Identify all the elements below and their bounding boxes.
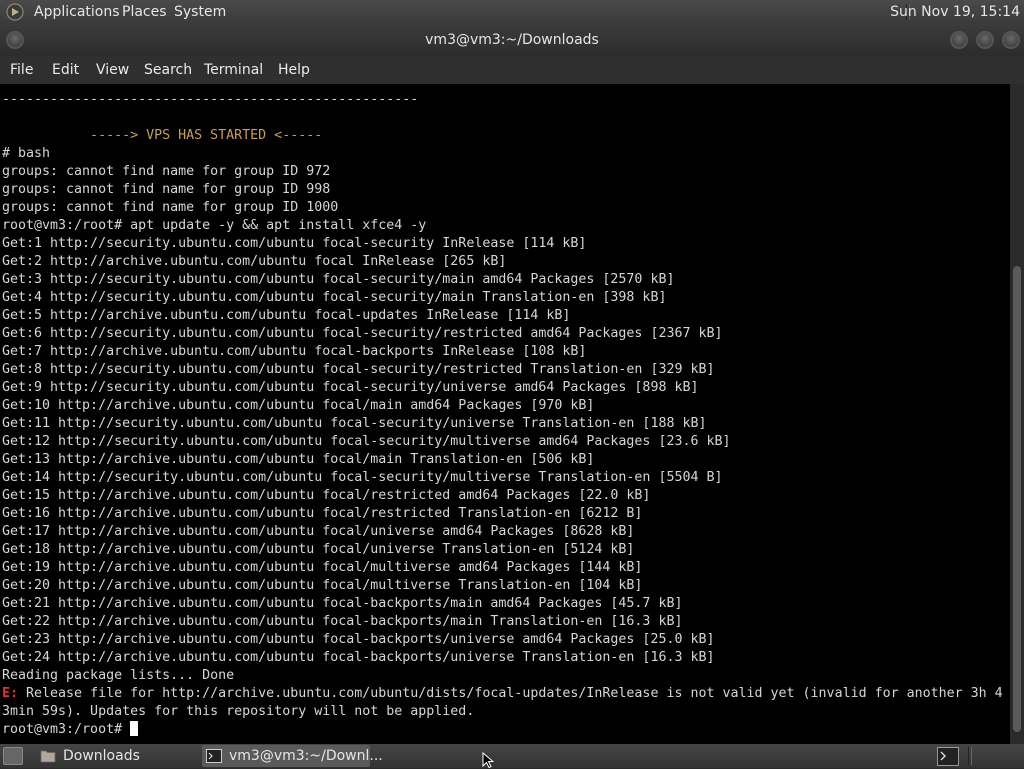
- terminal-line: Get:9 http://security.ubuntu.com/ubuntu …: [2, 380, 699, 395]
- error-message: Release file for http://archive.ubuntu.c…: [18, 686, 1003, 701]
- terminal-line: Get:18 http://archive.ubuntu.com/ubuntu …: [2, 542, 635, 557]
- error-prefix: E:: [2, 686, 19, 701]
- task-label: vm3@vm3:~/Downl...: [229, 748, 383, 764]
- terminal-output: ----------------------------------------…: [2, 91, 1003, 739]
- applications-icon[interactable]: [6, 3, 24, 21]
- text-cursor: [130, 721, 139, 736]
- terminal-scrollbar[interactable]: [1010, 84, 1024, 744]
- terminal-line: Get:17 http://archive.ubuntu.com/ubuntu …: [2, 524, 635, 539]
- terminal-line: Get:13 http://archive.ubuntu.com/ubuntu …: [2, 452, 595, 467]
- menubar: File Edit View Search Terminal Help: [0, 56, 1024, 85]
- terminal-line: groups: cannot find name for group ID 97…: [2, 164, 331, 179]
- terminal-line: Get:10 http://archive.ubuntu.com/ubuntu …: [2, 398, 595, 413]
- terminal-line: Get:14 http://security.ubuntu.com/ubuntu…: [2, 470, 723, 485]
- error-message-continued: 3min 59s). Updates for this repository w…: [2, 704, 475, 719]
- terminal-line: Get:22 http://archive.ubuntu.com/ubuntu …: [2, 614, 683, 629]
- shell-prompt: root@vm3:/root#: [2, 722, 131, 737]
- maximize-button[interactable]: [976, 31, 994, 49]
- terminal-line: Get:2 http://archive.ubuntu.com/ubuntu f…: [2, 254, 507, 269]
- terminal-line: Reading package lists... Done: [2, 668, 235, 683]
- terminal-line: root@vm3:/root# apt update -y && apt ins…: [2, 218, 427, 233]
- menu-help[interactable]: Help: [278, 56, 310, 84]
- terminal-line: Get:16 http://archive.ubuntu.com/ubuntu …: [2, 506, 643, 521]
- panel-separator: [968, 747, 972, 765]
- scrollbar-thumb[interactable]: [1013, 266, 1021, 732]
- terminal-line: Get:19 http://archive.ubuntu.com/ubuntu …: [2, 560, 643, 575]
- terminal-line: Get:1 http://security.ubuntu.com/ubuntu …: [2, 236, 587, 251]
- terminal-line: Get:15 http://archive.ubuntu.com/ubuntu …: [2, 488, 651, 503]
- menu-file[interactable]: File: [10, 56, 33, 84]
- terminal-line: Get:23 http://archive.ubuntu.com/ubuntu …: [2, 632, 715, 647]
- menu-applications[interactable]: Applications: [34, 0, 120, 24]
- terminal-line: # bash: [2, 146, 51, 161]
- terminal-launcher-icon[interactable]: [937, 747, 959, 766]
- task-downloads[interactable]: Downloads: [36, 745, 196, 767]
- window-title: vm3@vm3:~/Downloads: [425, 32, 599, 48]
- menu-search[interactable]: Search: [144, 56, 192, 84]
- terminal-line: ----------------------------------------…: [2, 92, 419, 107]
- terminal-line: Get:7 http://archive.ubuntu.com/ubuntu f…: [2, 344, 587, 359]
- terminal-line: Get:5 http://archive.ubuntu.com/ubuntu f…: [2, 308, 571, 323]
- menu-places[interactable]: Places: [122, 0, 167, 24]
- show-desktop-icon[interactable]: [3, 747, 23, 765]
- task-terminal[interactable]: vm3@vm3:~/Downl...: [202, 745, 383, 767]
- menu-system[interactable]: System: [174, 0, 226, 24]
- terminal-line: groups: cannot find name for group ID 10…: [2, 200, 339, 215]
- terminal-line: Get:3 http://security.ubuntu.com/ubuntu …: [2, 272, 675, 287]
- terminal-line: Get:12 http://security.ubuntu.com/ubuntu…: [2, 434, 731, 449]
- menu-view[interactable]: View: [96, 56, 129, 84]
- terminal-line: Get:4 http://security.ubuntu.com/ubuntu …: [2, 290, 667, 305]
- menu-edit[interactable]: Edit: [52, 56, 79, 84]
- menu-terminal[interactable]: Terminal: [204, 56, 263, 84]
- terminal-line: groups: cannot find name for group ID 99…: [2, 182, 331, 197]
- top-panel: Applications Places System Sun Nov 19, 1…: [0, 0, 1024, 24]
- window-titlebar[interactable]: vm3@vm3:~/Downloads: [0, 24, 1024, 56]
- bottom-panel: Downloads vm3@vm3:~/Downl...: [0, 744, 1024, 768]
- terminal-area[interactable]: ----------------------------------------…: [0, 84, 1010, 744]
- terminal-line: Get:20 http://archive.ubuntu.com/ubuntu …: [2, 578, 643, 593]
- terminal-icon: [206, 749, 222, 763]
- clock[interactable]: Sun Nov 19, 15:14: [890, 0, 1020, 24]
- mouse-pointer-icon: [482, 752, 494, 768]
- minimize-button[interactable]: [950, 31, 968, 49]
- terminal-line: Get:6 http://security.ubuntu.com/ubuntu …: [2, 326, 723, 341]
- task-label: Downloads: [63, 748, 140, 764]
- folder-icon: [40, 750, 56, 763]
- terminal-line: Get:11 http://security.ubuntu.com/ubuntu…: [2, 416, 707, 431]
- terminal-line: Get:21 http://archive.ubuntu.com/ubuntu …: [2, 596, 683, 611]
- terminal-line: Get:24 http://archive.ubuntu.com/ubuntu …: [2, 650, 715, 665]
- terminal-line: Get:8 http://security.ubuntu.com/ubuntu …: [2, 362, 715, 377]
- vps-started-banner: -----> VPS HAS STARTED <-----: [2, 128, 323, 143]
- close-button[interactable]: [1002, 31, 1020, 49]
- terminal-prompt-icon: [940, 751, 946, 761]
